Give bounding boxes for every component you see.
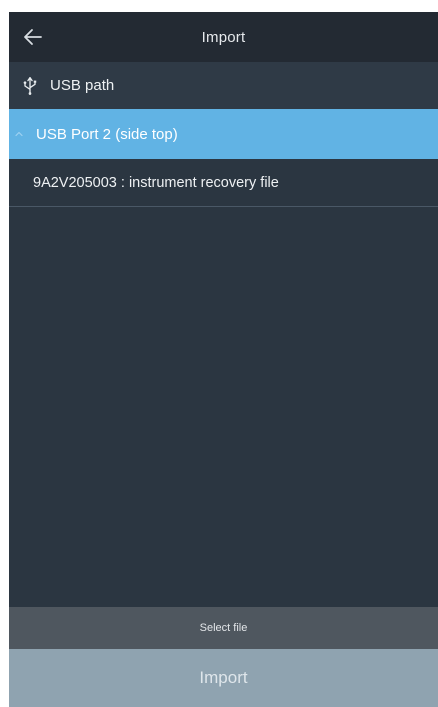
- chevron-up-icon[interactable]: [14, 129, 24, 139]
- top-app-bar: Import: [9, 12, 438, 62]
- list-item-file[interactable]: 9A2V205003 : instrument recovery file: [9, 159, 438, 207]
- usb-port-label: USB Port 2 (side top): [36, 125, 178, 143]
- file-name-label: 9A2V205003 : instrument recovery file: [33, 174, 279, 191]
- import-button-label: Import: [199, 668, 248, 687]
- arrow-left-icon[interactable]: [21, 25, 45, 49]
- usb-path-header: USB path: [9, 62, 438, 109]
- select-file-button[interactable]: Select file: [9, 607, 438, 649]
- import-button[interactable]: Import: [9, 649, 438, 707]
- import-screen: Import USB path USB Port 2 (side top) 9A…: [9, 12, 438, 707]
- select-file-label: Select file: [199, 622, 248, 634]
- tree-item-usb-port-2[interactable]: USB Port 2 (side top): [9, 109, 438, 159]
- usb-path-label: USB path: [50, 77, 115, 94]
- usb-icon: [23, 76, 37, 95]
- page-title: Import: [201, 28, 246, 46]
